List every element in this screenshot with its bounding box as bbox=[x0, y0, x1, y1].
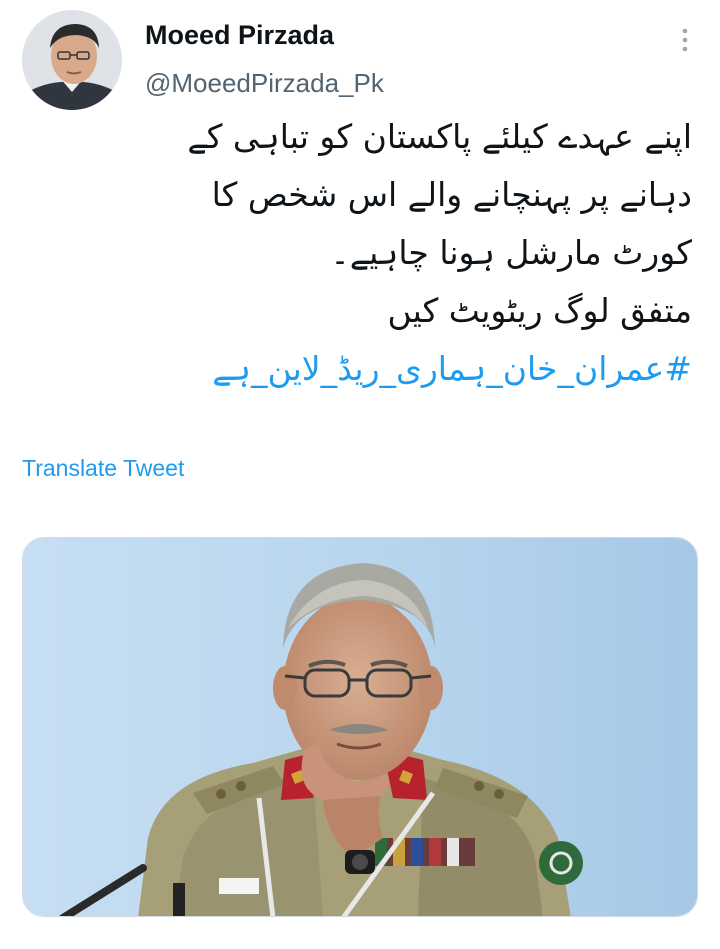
tweet-text-line: متفق لوگ ریٹویٹ کیں bbox=[387, 291, 692, 330]
more-options-button[interactable] bbox=[678, 26, 692, 54]
tweet-text-line: اپنے عہدے کیلئے پاکستان کو تباہی کے bbox=[187, 117, 692, 156]
tweet-card: Moeed Pirzada @MoeedPirzada_Pk اپنے عہدے… bbox=[0, 0, 720, 949]
tweet-text-line: کورٹ مارشل ہونا چاہیے۔ bbox=[330, 233, 692, 272]
tweet-text: اپنے عہدے کیلئے پاکستان کو تباہی کے دہان… bbox=[32, 108, 692, 398]
avatar-photo-icon bbox=[22, 10, 122, 110]
more-vertical-icon bbox=[682, 28, 688, 52]
tweet-meta-strip bbox=[22, 936, 698, 949]
author-display-name[interactable]: Moeed Pirzada bbox=[145, 20, 334, 51]
author-handle[interactable]: @MoeedPirzada_Pk bbox=[145, 68, 384, 99]
translate-tweet-link[interactable]: Translate Tweet bbox=[22, 455, 184, 482]
author-avatar[interactable] bbox=[22, 10, 122, 110]
hashtag-link[interactable]: #عمران_خان_ہماری_ریڈ_لاین_ہے bbox=[212, 340, 692, 398]
officer-photo-icon bbox=[23, 538, 697, 916]
tweet-media-image[interactable] bbox=[22, 537, 698, 917]
tweet-text-line: دہانے پر پہنچانے والے اس شخص کا bbox=[211, 175, 692, 214]
